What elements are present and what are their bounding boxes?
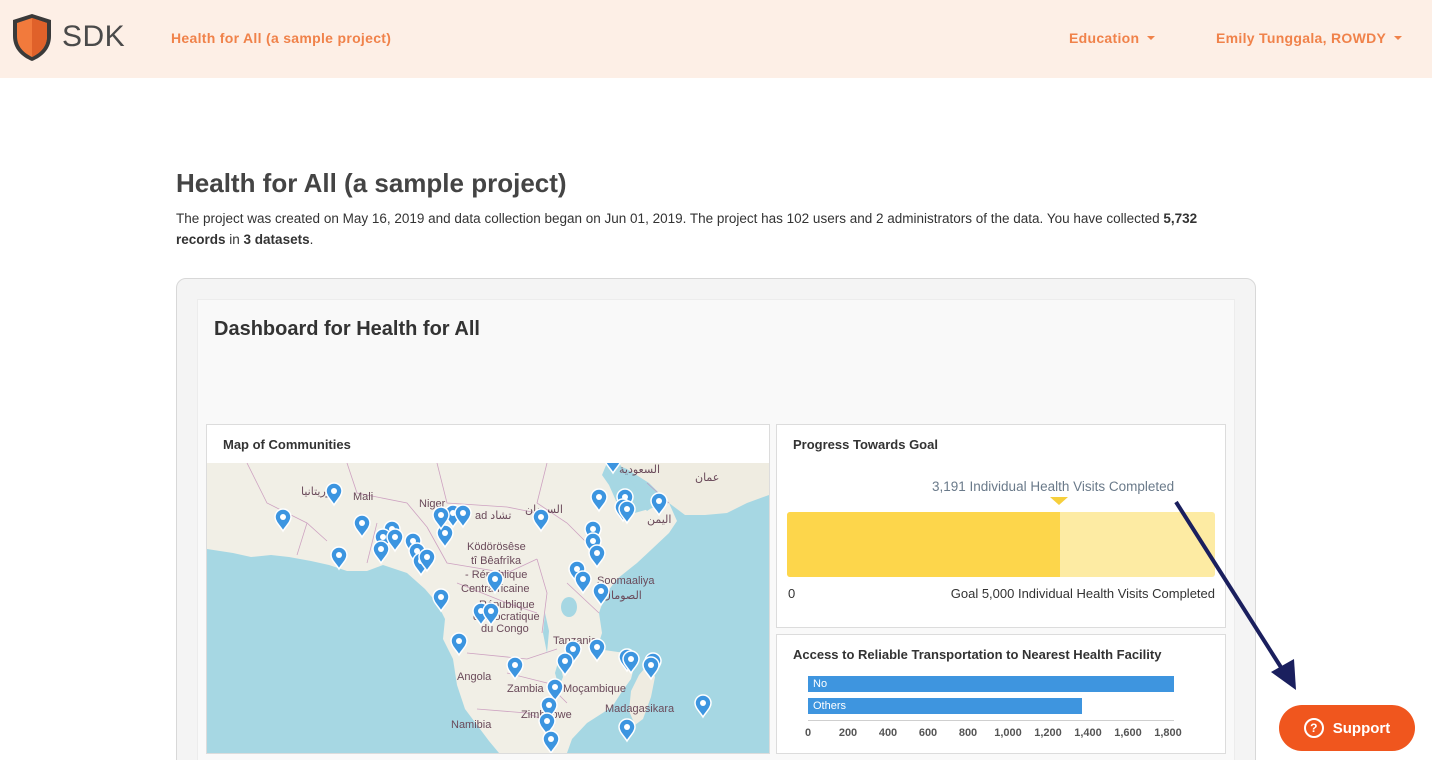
map-pin-icon[interactable] <box>592 582 610 607</box>
project-link[interactable]: Health for All (a sample project) <box>171 30 391 46</box>
tick-label: 400 <box>878 727 898 739</box>
tick-label: 1,400 <box>1074 727 1102 739</box>
desc-text: . <box>309 232 314 247</box>
map-pin-icon[interactable] <box>542 730 560 753</box>
progress-bar-track <box>787 512 1215 577</box>
desc-text: in <box>225 232 244 247</box>
progress-current-label: 3,191 Individual Health Visits Completed <box>932 479 1175 494</box>
map-pin-icon[interactable] <box>574 570 592 595</box>
map-pin-icon[interactable] <box>274 508 292 533</box>
map-pin-icon[interactable] <box>650 492 668 517</box>
map-pin-icon[interactable] <box>330 546 348 571</box>
communities-map[interactable]: Mali Niger ad تشاد السودان السعودية عمان… <box>207 463 769 753</box>
support-label: Support <box>1332 719 1391 737</box>
user-menu[interactable]: Emily Tunggala, ROWDY <box>1216 30 1403 46</box>
map-pin-icon[interactable] <box>506 656 524 681</box>
tick-label: 1,200 <box>1034 727 1062 739</box>
tick-label: 800 <box>958 727 978 739</box>
progress-card-title: Progress Towards Goal <box>793 437 938 452</box>
map-pin-icon[interactable] <box>372 540 390 565</box>
transport-card: Access to Reliable Transportation to Nea… <box>776 634 1226 754</box>
tick-label: 600 <box>918 727 938 739</box>
x-axis <box>808 720 1174 721</box>
progress-marker <box>1050 497 1068 505</box>
education-menu-label: Education <box>1069 30 1140 46</box>
map-pin-icon[interactable] <box>436 524 454 549</box>
support-button[interactable]: ? Support <box>1279 705 1415 751</box>
progress-zero-label: 0 <box>788 586 796 601</box>
map-pin-icon[interactable] <box>590 488 608 513</box>
datasets-count: 3 datasets <box>243 232 310 247</box>
map-pin-icon[interactable] <box>353 514 371 539</box>
bar-no[interactable]: No <box>808 676 1174 692</box>
progress-bar-fill <box>787 512 1061 577</box>
map-card: Map of Communities Mali Niger ad تشاد ال… <box>206 424 770 754</box>
map-pin-icon[interactable] <box>482 602 500 627</box>
map-pin-icon[interactable] <box>588 638 606 663</box>
map-card-title: Map of Communities <box>223 437 351 452</box>
logo-text: SDK <box>62 20 126 53</box>
tick-label: 200 <box>838 727 858 739</box>
map-pin-icon[interactable] <box>486 570 504 595</box>
page-title: Health for All (a sample project) <box>176 168 567 198</box>
chevron-down-icon <box>1147 36 1156 40</box>
progress-goal-label: Goal 5,000 Individual Health Visits Comp… <box>950 586 1215 601</box>
sdk-logo[interactable]: SDK <box>10 12 125 62</box>
map-pin-icon[interactable] <box>454 504 472 529</box>
map-pin-icon[interactable] <box>432 588 450 613</box>
top-nav: SDK Health for All (a sample project) Ed… <box>0 0 1432 78</box>
map-markers <box>274 463 712 753</box>
map-pin-icon[interactable] <box>588 544 606 569</box>
map-pin-icon[interactable] <box>605 463 621 475</box>
map-pin-icon[interactable] <box>642 656 660 681</box>
map-pin-icon[interactable] <box>450 632 468 657</box>
tick-label: 0 <box>804 727 812 739</box>
map-pin-icon[interactable] <box>532 508 550 533</box>
tick-label: 1,600 <box>1114 727 1142 739</box>
map-pin-icon[interactable] <box>618 718 636 743</box>
map-pin-icon[interactable] <box>694 694 712 719</box>
user-menu-label: Emily Tunggala, ROWDY <box>1216 30 1387 46</box>
dashboard-title: Dashboard for Health for All <box>214 318 480 340</box>
progress-card: Progress Towards Goal 3,191 Individual H… <box>776 424 1226 628</box>
bar-others[interactable]: Others <box>808 698 1082 714</box>
tick-label: 1,800 <box>1154 727 1182 739</box>
map-pin-icon[interactable] <box>556 652 574 677</box>
map-pin-icon[interactable] <box>325 482 343 507</box>
education-menu[interactable]: Education <box>1069 30 1156 46</box>
desc-text: The project was created on May 16, 2019 … <box>176 211 1164 226</box>
question-icon: ? <box>1303 718 1324 738</box>
tick-label: 1,000 <box>994 727 1022 739</box>
project-description: The project was created on May 16, 2019 … <box>176 208 1236 250</box>
chevron-down-icon <box>1394 36 1403 40</box>
transport-card-title: Access to Reliable Transportation to Nea… <box>793 647 1162 662</box>
shield-icon <box>13 14 51 61</box>
